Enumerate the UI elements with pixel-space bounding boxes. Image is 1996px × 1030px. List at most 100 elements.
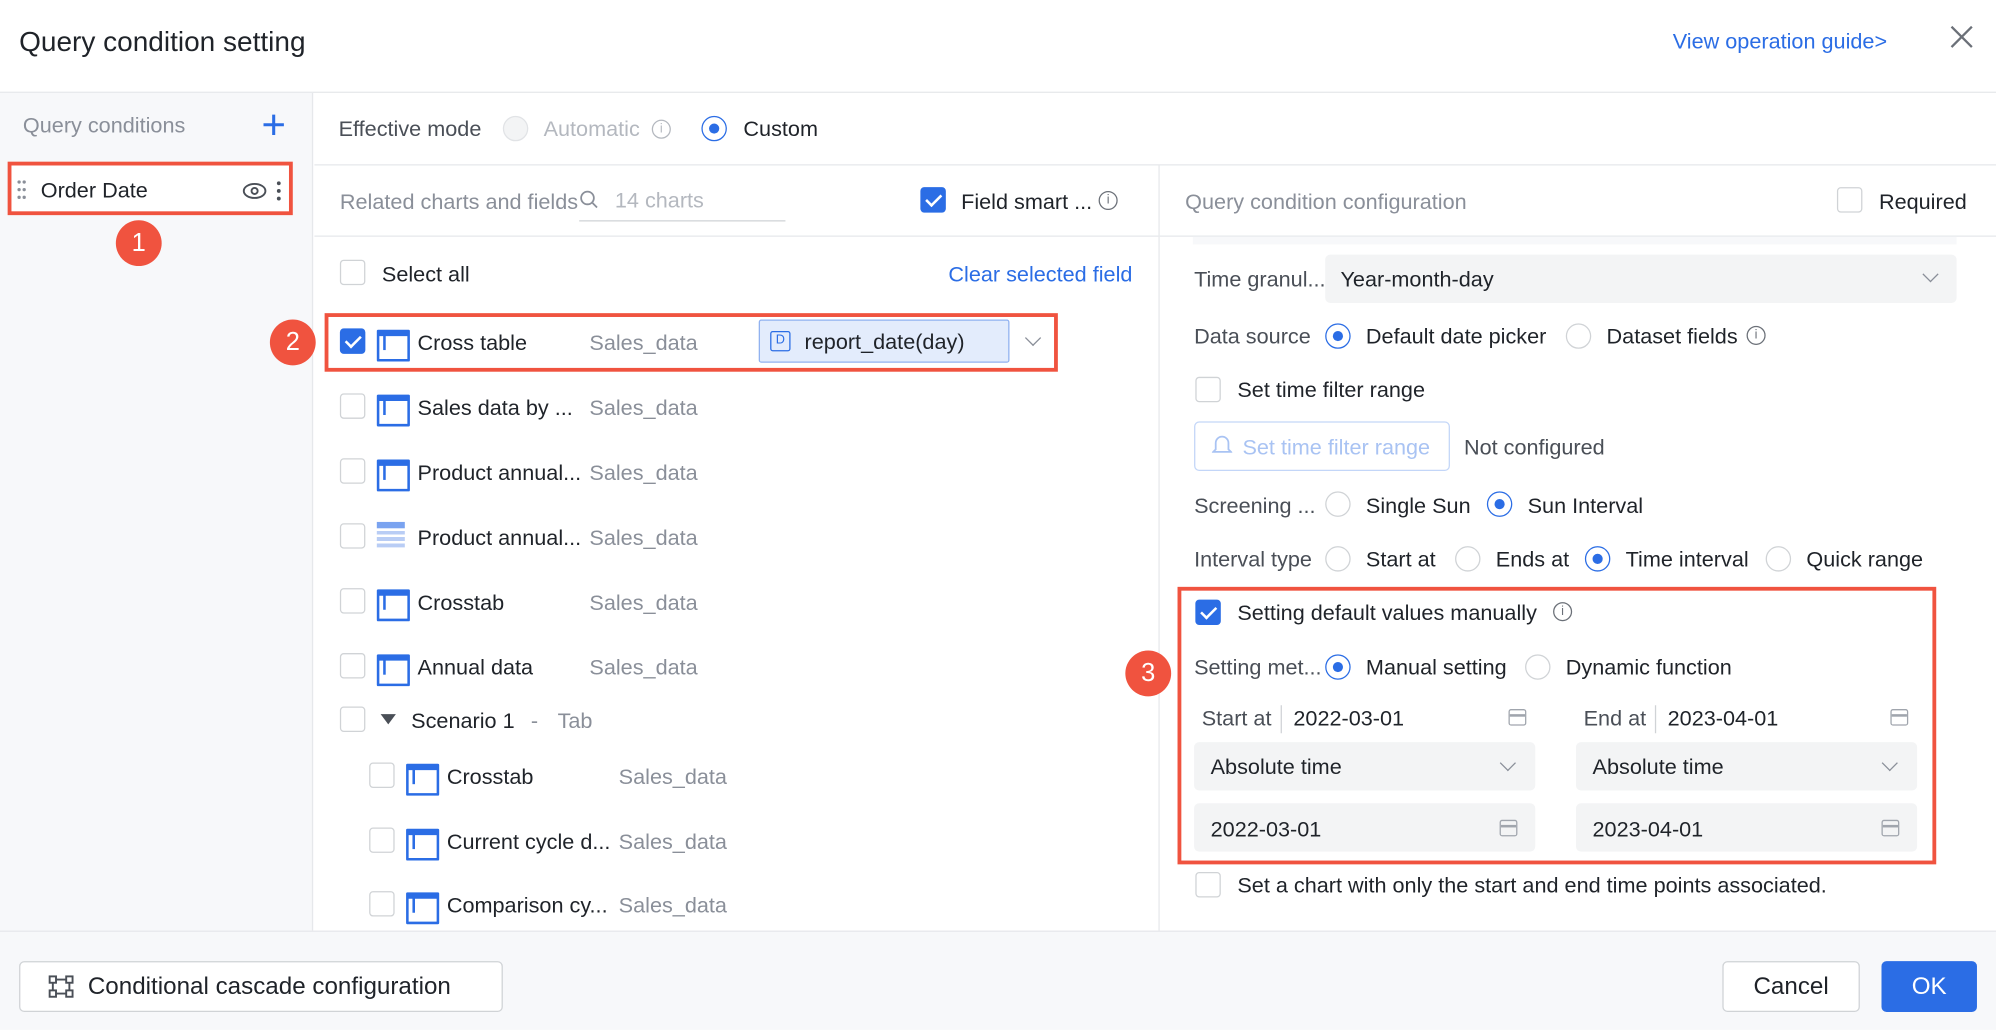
chart-search-input[interactable]: 14 charts [579,178,786,222]
highlight-box-2 [324,313,1058,372]
chart-checkbox[interactable] [369,827,395,853]
highlight-box-3 [1177,586,1937,865]
dataset-fields-label: Dataset fields [1606,324,1738,349]
chart-checkbox[interactable] [369,762,395,788]
column-divider [1158,165,1160,931]
table-icon [406,826,440,861]
quick-range-radio[interactable] [1765,546,1792,572]
only-points-label: Set a chart with only the start and end … [1237,873,1827,898]
field-smart-label: Field smart ... [961,189,1093,214]
chart-source: Sales_data [618,829,727,855]
highlight-box-1 [7,161,293,216]
table-icon [376,392,410,427]
table-icon [376,587,410,622]
chart-name: Annual data [417,655,534,680]
left-panel [0,92,314,931]
field-smart-checkbox[interactable] [920,187,946,213]
table-icon [376,652,410,687]
interval-type-label: Interval type [1194,547,1312,572]
table-icon [376,457,410,492]
effective-mode-label: Effective mode [338,117,482,142]
query-condition-dialog: Query condition setting View operation g… [0,0,1996,1030]
cascade-config-label: Conditional cascade configuration [87,973,451,1001]
not-configured-label: Not configured [1463,435,1605,460]
group-separator: - [530,709,539,734]
clear-selected-link[interactable]: Clear selected field [948,262,1132,287]
ends-at-label: Ends at [1495,547,1570,572]
select-all-label: Select all [381,262,470,287]
chart-name: Product annual... [417,525,582,550]
chart-name: Crosstab [446,765,534,790]
custom-radio[interactable] [701,115,727,142]
select-all-checkbox[interactable] [339,259,366,286]
time-interval-label: Time interval [1625,547,1749,572]
single-sun-radio[interactable] [1325,491,1351,517]
group-name: Scenario 1 [411,709,515,734]
chart-source: Sales_data [589,395,698,421]
close-icon[interactable] [1948,23,1976,51]
data-source-label: Data source [1194,324,1311,349]
chart-source: Sales_data [589,525,698,550]
default-date-picker-label: Default date picker [1365,324,1547,349]
only-points-checkbox[interactable] [1195,872,1221,898]
start-at-radio[interactable] [1325,546,1351,572]
ends-at-radio[interactable] [1455,546,1481,572]
query-conditions-header: Query conditions [22,113,186,138]
table-icon [406,761,440,796]
custom-label: Custom [743,117,819,142]
scroll-top-shadow [1192,236,1957,245]
chart-checkbox[interactable] [339,588,366,614]
search-placeholder: 14 charts [614,188,704,213]
required-label: Required [1878,189,1967,214]
set-range-label: Set time filter range [1237,378,1426,403]
chart-checkbox[interactable] [339,393,366,419]
start-at-label: Start at [1365,547,1436,572]
time-granularity-value: Year-month-day [1340,267,1494,292]
chart-name: Product annual... [417,460,582,486]
set-range-checkbox[interactable] [1195,376,1221,403]
mode-divider [314,164,1996,166]
chart-source: Sales_data [589,590,698,615]
chart-checkbox[interactable] [339,458,366,484]
charts-header-divider [314,235,1159,237]
chart-name: Current cycle d... [446,829,611,855]
quick-range-label: Quick range [1806,547,1924,572]
ok-label: OK [1911,973,1947,1001]
table-icon [406,890,440,925]
chart-checkbox[interactable] [369,891,395,917]
chart-checkbox[interactable] [339,523,366,549]
group-checkbox[interactable] [339,706,366,732]
dataset-fields-radio[interactable] [1565,323,1592,349]
cancel-label: Cancel [1753,973,1829,1001]
field-smart-info-icon: i [1098,190,1118,211]
group-tag: Tab [557,709,593,734]
sun-interval-radio[interactable] [1486,491,1513,517]
time-granularity-label: Time granul... [1194,267,1326,292]
badge-1: 1 [115,220,162,267]
chart-checkbox[interactable] [339,653,366,679]
grid-table-icon [376,521,405,548]
chart-source: Sales_data [589,460,698,486]
chart-name: Crosstab [417,590,505,615]
screening-label: Screening ... [1194,493,1316,519]
charts-header: Related charts and fields [339,189,579,214]
default-date-picker-radio[interactable] [1325,323,1351,349]
add-condition-icon[interactable] [261,112,286,137]
required-checkbox[interactable] [1836,187,1863,213]
automatic-label: Automatic [543,117,640,142]
chart-name: Sales data by ... [417,395,573,421]
filter-icon [1211,435,1234,455]
sun-interval-label: Sun Interval [1527,493,1644,519]
chart-source: Sales_data [618,893,727,918]
view-guide-link[interactable]: View operation guide> [1673,29,1887,54]
cascade-icon [47,974,75,999]
dialog-title: Query condition setting [19,25,306,58]
dataset-fields-info-icon: i [1746,325,1766,345]
caret-down-icon[interactable] [380,714,396,725]
automatic-radio [502,115,529,142]
time-interval-radio[interactable] [1584,546,1611,572]
badge-2: 2 [269,319,316,366]
automatic-info-icon: i [651,119,671,139]
set-range-button-label: Set time filter range [1242,435,1431,460]
chart-source: Sales_data [618,765,727,790]
